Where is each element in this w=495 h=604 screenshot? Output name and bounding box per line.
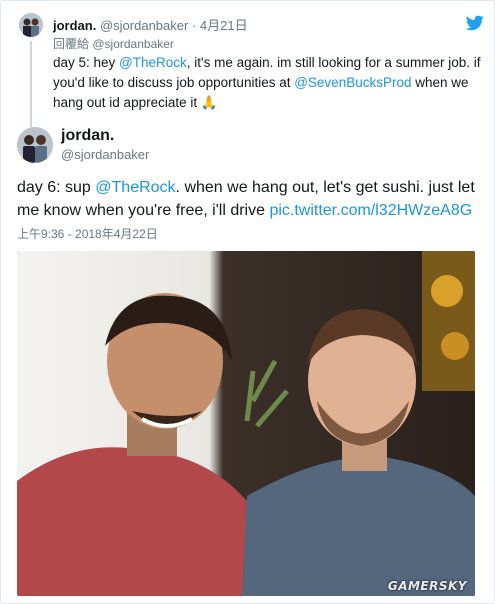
tweet-photo[interactable]: GAMERSKY (17, 251, 475, 596)
tweet-timestamp[interactable]: 上午9:36 - 2018年4月22日 (17, 225, 158, 242)
thread-line (30, 41, 32, 135)
mention-link[interactable]: @TheRock (119, 55, 187, 70)
user-handle[interactable]: @sjordanbaker (100, 18, 188, 33)
separator-dot: · (191, 18, 197, 33)
avatar[interactable] (17, 127, 53, 163)
tweet-date[interactable]: 4月21日 (200, 18, 248, 33)
reply-to-line: 回覆給 @sjordanbaker (53, 35, 174, 52)
avatar[interactable] (19, 13, 43, 37)
mention-link[interactable]: @SevenBucksProd (294, 75, 411, 90)
text-segment: day 6: sup (17, 179, 96, 196)
reply-to-label: 回覆給 (53, 37, 90, 51)
mention-link[interactable]: @TheRock (95, 179, 175, 196)
tweet-card: jordan. @sjordanbaker · 4月21日 回覆給 @sjord… (0, 0, 495, 604)
folded-hands-emoji: 🙏 (200, 95, 218, 110)
parent-tweet-header: jordan. @sjordanbaker · 4月21日 (53, 15, 248, 34)
parent-tweet-text: day 5: hey @TheRock, it's me again. im s… (53, 53, 483, 113)
reply-to-handle[interactable]: @sjordanbaker (92, 37, 174, 51)
tweet-text: day 6: sup @TheRock. when we hang out, l… (17, 176, 479, 222)
photo-illustration (17, 251, 475, 596)
display-name[interactable]: jordan. (61, 127, 114, 145)
photo-link[interactable]: pic.twitter.com/l32HWzeA8G (269, 202, 472, 219)
display-name[interactable]: jordan. (53, 18, 96, 33)
user-handle[interactable]: @sjordanbaker (61, 147, 149, 162)
text-segment: day 5: hey (53, 55, 120, 70)
watermark-text: GAMERSKY (387, 579, 467, 593)
twitter-bird-icon[interactable] (466, 15, 484, 31)
